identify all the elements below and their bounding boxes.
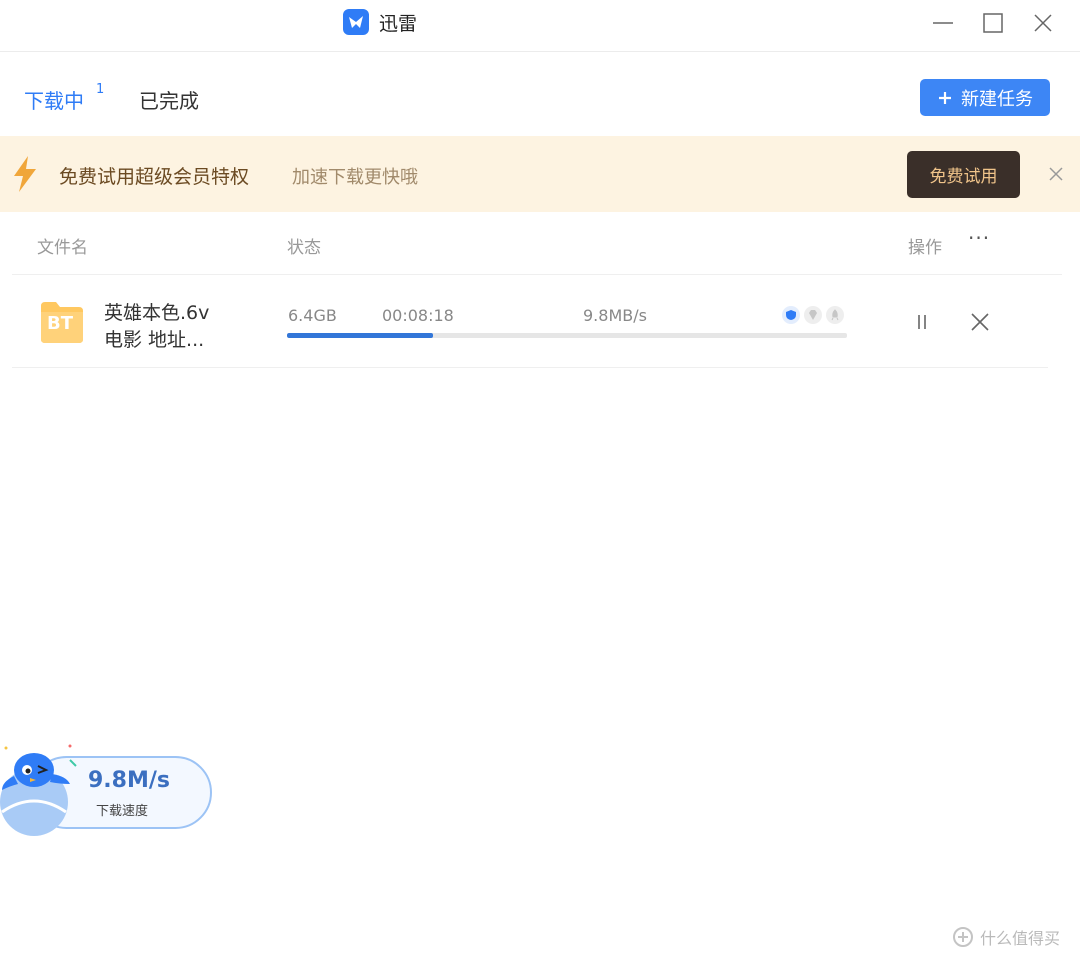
close-icon xyxy=(1034,14,1052,32)
promo-close-button[interactable] xyxy=(1045,163,1067,185)
speed-label: 下载速度 xyxy=(96,804,149,819)
file-size: 6.4GB xyxy=(288,306,337,325)
promo-text: 免费试用超级会员特权 xyxy=(59,166,250,188)
delete-task-button[interactable] xyxy=(968,310,992,334)
lightning-icon xyxy=(12,156,38,196)
xunlei-logo-icon xyxy=(343,9,369,35)
watermark-text: 什么值得买 xyxy=(980,929,1061,948)
new-task-button[interactable]: 新建任务 xyxy=(920,79,1050,116)
minimize-button[interactable] xyxy=(928,8,958,38)
speed-value: 9.8M/s xyxy=(88,768,170,793)
download-progress-fill xyxy=(287,333,433,338)
app-name: 迅雷 xyxy=(379,12,418,35)
more-options-button[interactable]: ··· xyxy=(968,226,990,250)
new-task-label: 新建任务 xyxy=(961,88,1033,110)
shield-icon xyxy=(782,306,800,324)
tab-downloading[interactable]: 下载中 xyxy=(24,85,84,114)
download-row[interactable]: BT 英雄本色.6v 电影 地址... 6.4GB 00:08:18 9.8MB… xyxy=(12,276,1048,368)
maximize-button[interactable] xyxy=(978,8,1008,38)
promo-subtext: 加速下载更快哦 xyxy=(292,167,418,188)
tab-completed[interactable]: 已完成 xyxy=(139,85,199,114)
free-trial-button[interactable]: 免费试用 xyxy=(907,151,1020,198)
bt-file-icon: BT xyxy=(38,298,86,346)
downloading-count-badge: 1 xyxy=(96,82,105,97)
watermark: 什么值得买 xyxy=(952,925,1060,949)
watermark-logo-icon xyxy=(953,927,973,947)
rocket-icon xyxy=(826,306,844,324)
plus-icon xyxy=(939,91,951,104)
pause-icon xyxy=(918,315,926,329)
accel-badges xyxy=(782,306,844,324)
download-speed: 9.8MB/s xyxy=(583,306,647,325)
file-name: 英雄本色.6v xyxy=(104,302,210,324)
column-header-file: 文件名 xyxy=(37,238,88,258)
maximize-icon xyxy=(983,13,1003,33)
close-window-button[interactable] xyxy=(1028,8,1058,38)
minimize-icon xyxy=(933,22,953,24)
column-header-actions: 操作 xyxy=(908,238,942,258)
promo-banner: 免费试用超级会员特权 加速下载更快哦 免费试用 xyxy=(0,136,1080,212)
app-title: 迅雷 xyxy=(343,8,417,36)
title-bar: 迅雷 xyxy=(0,0,1080,52)
close-icon xyxy=(1049,167,1063,181)
header-divider xyxy=(12,274,1062,275)
bt-icon-label: BT xyxy=(47,313,73,334)
file-subtitle: 电影 地址... xyxy=(104,329,205,351)
bird-mascot-icon xyxy=(0,740,80,840)
pause-button[interactable] xyxy=(910,310,934,334)
diamond-icon xyxy=(804,306,822,324)
column-header-status: 状态 xyxy=(287,238,321,258)
time-remaining: 00:08:18 xyxy=(382,306,454,325)
close-icon xyxy=(971,313,989,331)
speed-widget[interactable]: 9.8M/s 下载速度 xyxy=(0,740,215,840)
download-progress-bar xyxy=(287,333,847,338)
